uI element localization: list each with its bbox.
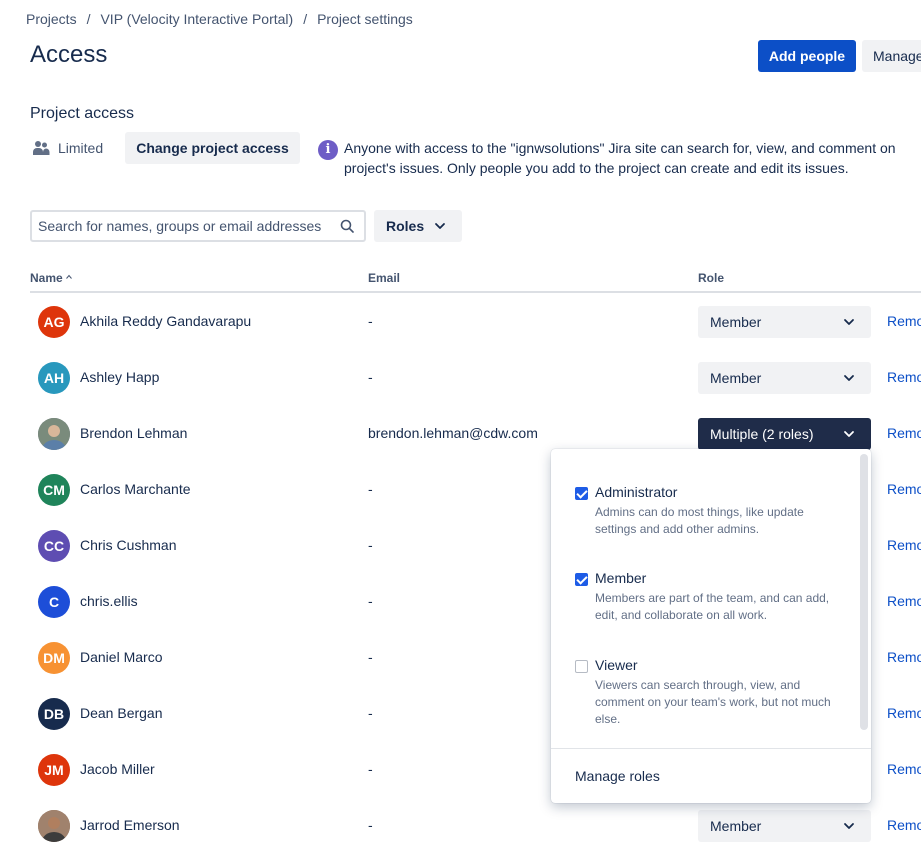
breadcrumb-separator: / [86,11,91,27]
dropdown-divider [551,748,871,749]
viewer-checkbox[interactable] [575,660,588,673]
member-email: - [368,649,373,665]
member-name: Akhila Reddy Gandavarapu [80,313,252,329]
sort-ascending-icon [66,274,72,279]
manage-roles-link[interactable]: Manage roles [575,768,660,784]
chevron-down-icon [435,223,446,229]
role-select-label: Member [710,818,762,834]
member-name: Dean Bergan [80,705,163,721]
role-option-title: Viewer [595,657,638,673]
member-email: - [368,369,373,385]
chevron-down-icon [844,823,854,829]
remove-member-link[interactable]: Remove [887,425,921,441]
info-icon: i [318,140,338,160]
avatar[interactable] [38,418,70,450]
role-select[interactable]: Member [698,362,871,394]
avatar[interactable]: DM [38,642,70,674]
avatar[interactable] [38,810,70,842]
remove-member-link[interactable]: Remove [887,537,921,553]
member-name: chris.ellis [80,593,138,609]
role-select-label: Member [710,370,762,386]
remove-member-link[interactable]: Remove [887,761,921,777]
remove-member-link[interactable]: Remove [887,649,921,665]
member-name: Chris Cushman [80,537,177,553]
member-checkbox[interactable] [575,573,588,586]
change-project-access-button[interactable]: Change project access [125,132,300,164]
member-email: - [368,537,373,553]
breadcrumb-project-settings[interactable]: Project settings [317,11,413,27]
column-header-role: Role [698,271,725,285]
member-email: - [368,817,373,833]
search-field[interactable] [30,210,366,242]
table-row: AG Akhila Reddy Gandavarapu - Member Remove [0,293,921,349]
dropdown-scrollbar[interactable] [860,454,868,730]
member-email: - [368,705,373,721]
administrator-checkbox[interactable] [575,487,588,500]
role-option-description: Members are part of the team, and can ad… [595,591,830,622]
column-header-name[interactable]: Name [30,271,72,285]
project-access-info: Anyone with access to the "ignwsolutions… [344,140,896,176]
member-name: Jarrod Emerson [80,817,180,833]
role-select[interactable]: Member [698,810,871,842]
role-option-title: Administrator [595,484,678,500]
access-level-label: Limited [58,140,104,156]
member-name: Ashley Happ [80,369,160,385]
member-email: - [368,593,373,609]
role-select-label: Member [710,314,762,330]
search-input[interactable] [32,212,327,240]
manage-button[interactable]: Manage [862,40,921,72]
member-email: brendon.lehman@cdw.com [368,425,538,441]
add-people-button[interactable]: Add people [758,40,856,72]
remove-member-link[interactable]: Remove [887,817,921,833]
role-option-description: Admins can do most things, like update s… [595,505,804,536]
role-select-label: Multiple (2 roles) [710,426,814,442]
user-photo-icon [38,418,70,450]
avatar[interactable]: JM [38,754,70,786]
user-photo-icon [38,810,70,842]
breadcrumb-projects[interactable]: Projects [26,11,77,27]
column-header-name-label: Name [30,271,63,285]
chevron-down-icon [844,375,854,381]
member-name: Brendon Lehman [80,425,188,441]
roles-filter-button[interactable]: Roles [374,210,462,242]
table-row: AH Ashley Happ - Member Remove [0,349,921,405]
member-email: - [368,761,373,777]
remove-member-link[interactable]: Remove [887,705,921,721]
table-row: Jarrod Emerson - Member Remove [0,797,921,853]
avatar[interactable]: C [38,586,70,618]
avatar[interactable]: CC [38,530,70,562]
access-level: Limited [32,139,103,157]
remove-member-link[interactable]: Remove [887,481,921,497]
remove-member-link[interactable]: Remove [887,593,921,609]
chevron-down-icon [844,431,854,437]
people-icon [33,141,50,155]
breadcrumb: Projects / VIP (Velocity Interactive Por… [26,11,413,27]
roles-filter-label: Roles [386,218,425,234]
member-name: Carlos Marchante [80,481,191,497]
member-name: Daniel Marco [80,649,163,665]
chevron-down-icon [844,319,854,325]
avatar[interactable]: AG [38,306,70,338]
role-select[interactable]: Multiple (2 roles) [698,418,871,450]
role-option-description: Viewers can search through, view, and co… [595,678,831,726]
project-access-title: Project access [30,105,135,122]
page-title: Access [30,41,108,68]
remove-member-link[interactable]: Remove [887,369,921,385]
column-header-email: Email [368,271,401,285]
remove-member-link[interactable]: Remove [887,313,921,329]
avatar[interactable]: CM [38,474,70,506]
role-select[interactable]: Member [698,306,871,338]
breadcrumb-project[interactable]: VIP (Velocity Interactive Portal) [100,11,293,27]
search-icon [340,219,354,233]
role-option-title: Member [595,570,647,586]
avatar[interactable]: AH [38,362,70,394]
member-name: Jacob Miller [80,761,155,777]
avatar[interactable]: DB [38,698,70,730]
breadcrumb-separator: / [303,11,308,27]
role-dropdown-menu: Administrator Admins can do most things,… [551,449,871,803]
member-email: - [368,313,373,329]
member-email: - [368,481,373,497]
